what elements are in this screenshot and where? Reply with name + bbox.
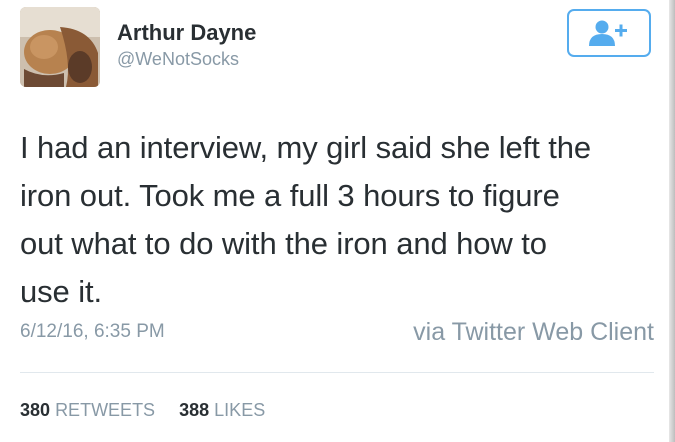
retweets-count[interactable]: 380 — [20, 400, 50, 420]
user-handle[interactable]: @WeNotSocks — [117, 49, 239, 70]
likes-count[interactable]: 388 — [179, 400, 209, 420]
user-display-name[interactable]: Arthur Dayne — [117, 20, 256, 46]
window-edge — [669, 0, 675, 442]
tweet-card: Arthur Dayne @WeNotSocks I had an interv… — [0, 0, 675, 442]
likes-label[interactable]: LIKES — [214, 400, 265, 420]
tweet-text: I had an interview, my girl said she lef… — [20, 124, 660, 316]
tweet-text-line: out what to do with the iron and how to — [20, 226, 547, 261]
tweet-timestamp[interactable]: 6/12/16, 6:35 PM — [20, 321, 165, 343]
profile-photo-icon — [20, 7, 100, 87]
retweets-label[interactable]: RETWEETS — [55, 400, 155, 420]
add-user-icon — [589, 20, 627, 46]
divider — [20, 372, 654, 373]
tweet-source[interactable]: via Twitter Web Client — [413, 318, 654, 347]
tweet-stats: 380 RETWEETS 388 LIKES — [20, 400, 265, 421]
tweet-text-line: I had an interview, my girl said she lef… — [20, 130, 592, 165]
tweet-text-line: use it. — [20, 274, 103, 309]
tweet-text-line: iron out. Took me a full 3 hours to figu… — [20, 178, 560, 213]
avatar[interactable] — [20, 7, 100, 87]
follow-button[interactable] — [567, 9, 651, 57]
